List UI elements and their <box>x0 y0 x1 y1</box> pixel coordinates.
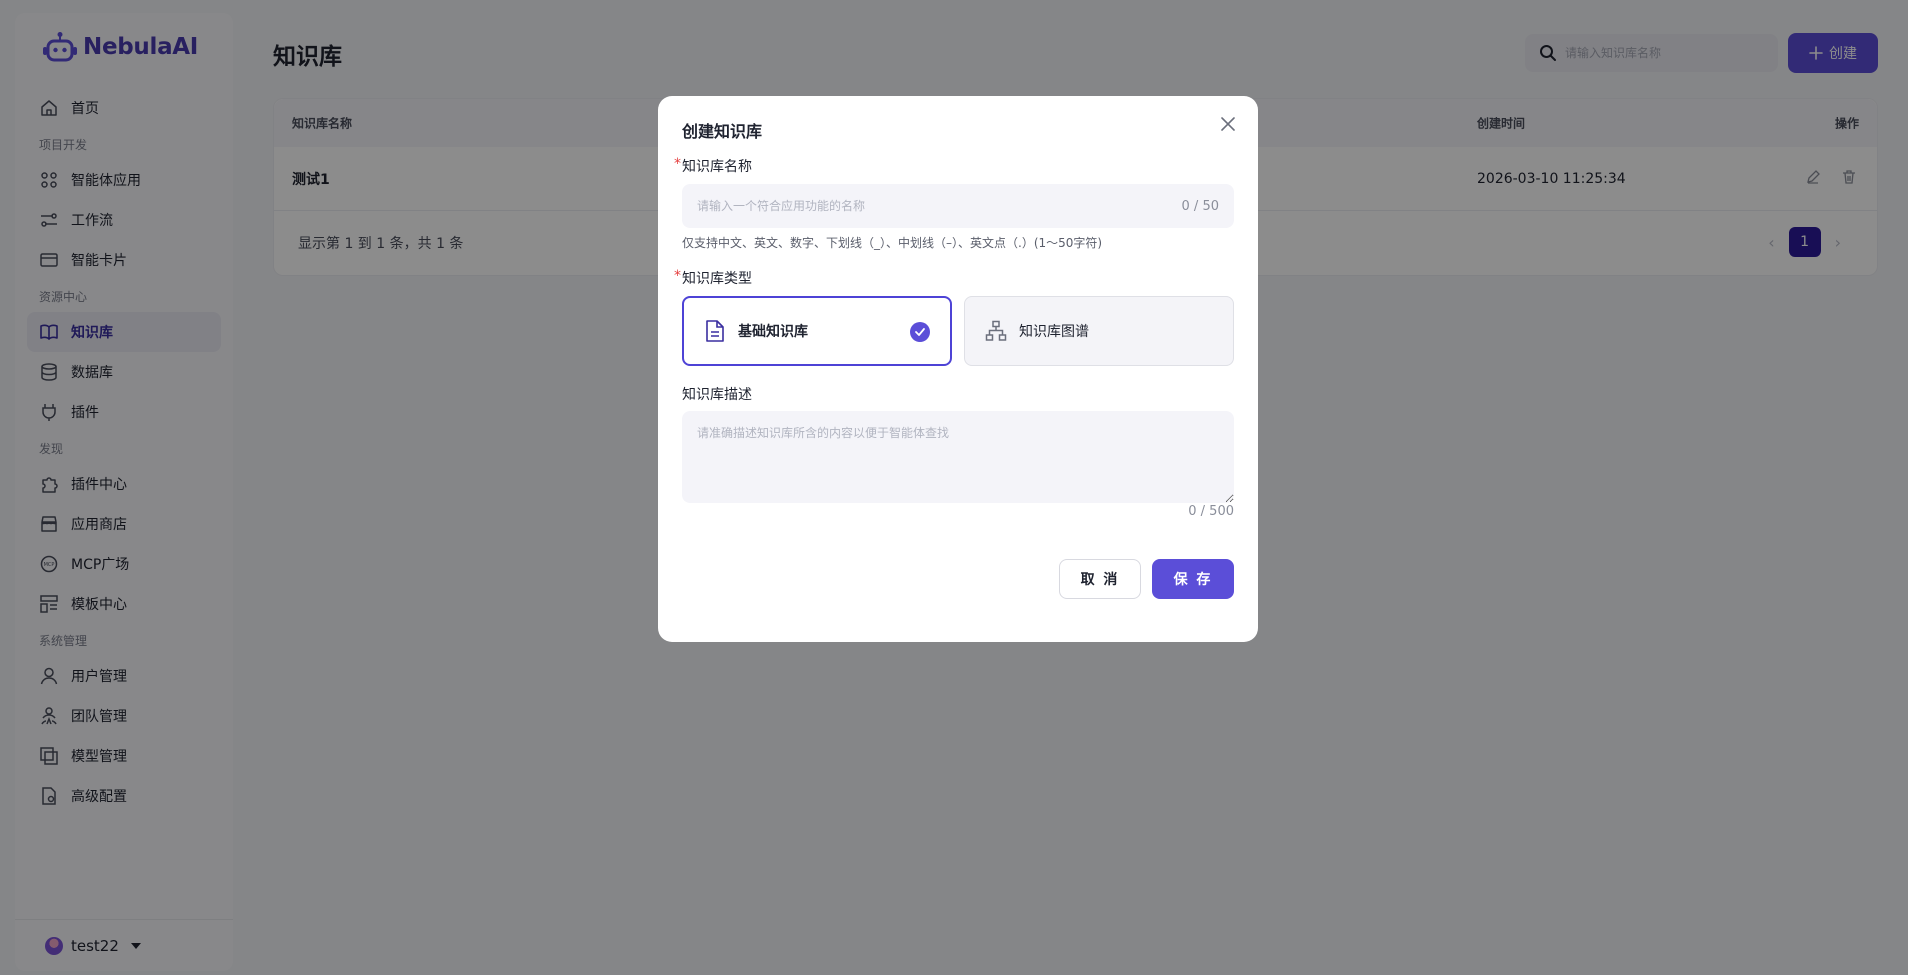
desc-counter: 0 / 500 <box>1188 504 1234 519</box>
create-knowledge-dialog: 创建知识库 *知识库名称 0 / 50 仅支持中文、英文、数字、下划线（_）、中… <box>658 96 1258 642</box>
cancel-button[interactable]: 取 消 <box>1059 559 1141 599</box>
hierarchy-icon <box>985 320 1007 341</box>
close-icon[interactable] <box>1218 114 1238 134</box>
document-icon <box>706 320 724 342</box>
name-input[interactable] <box>697 199 1182 213</box>
name-field: 0 / 50 <box>682 184 1234 228</box>
dialog-title: 创建知识库 <box>682 122 763 141</box>
save-button[interactable]: 保 存 <box>1152 559 1234 599</box>
type-option-basic-label: 基础知识库 <box>738 324 808 340</box>
name-label: * 知识库名称 <box>674 156 752 175</box>
type-option-graph[interactable]: 知识库图谱 <box>964 296 1234 366</box>
check-icon <box>910 322 930 342</box>
type-label: * 知识库类型 <box>674 268 752 287</box>
name-hint: 仅支持中文、英文、数字、下划线（_）、中划线（–）、英文点（.）(1～50字符) <box>682 236 1103 250</box>
name-counter: 0 / 50 <box>1181 198 1219 214</box>
type-option-graph-label: 知识库图谱 <box>1019 324 1089 340</box>
type-option-basic[interactable]: 基础知识库 <box>682 296 952 366</box>
desc-label: 知识库描述 <box>682 387 752 403</box>
description-textarea[interactable] <box>682 411 1234 503</box>
